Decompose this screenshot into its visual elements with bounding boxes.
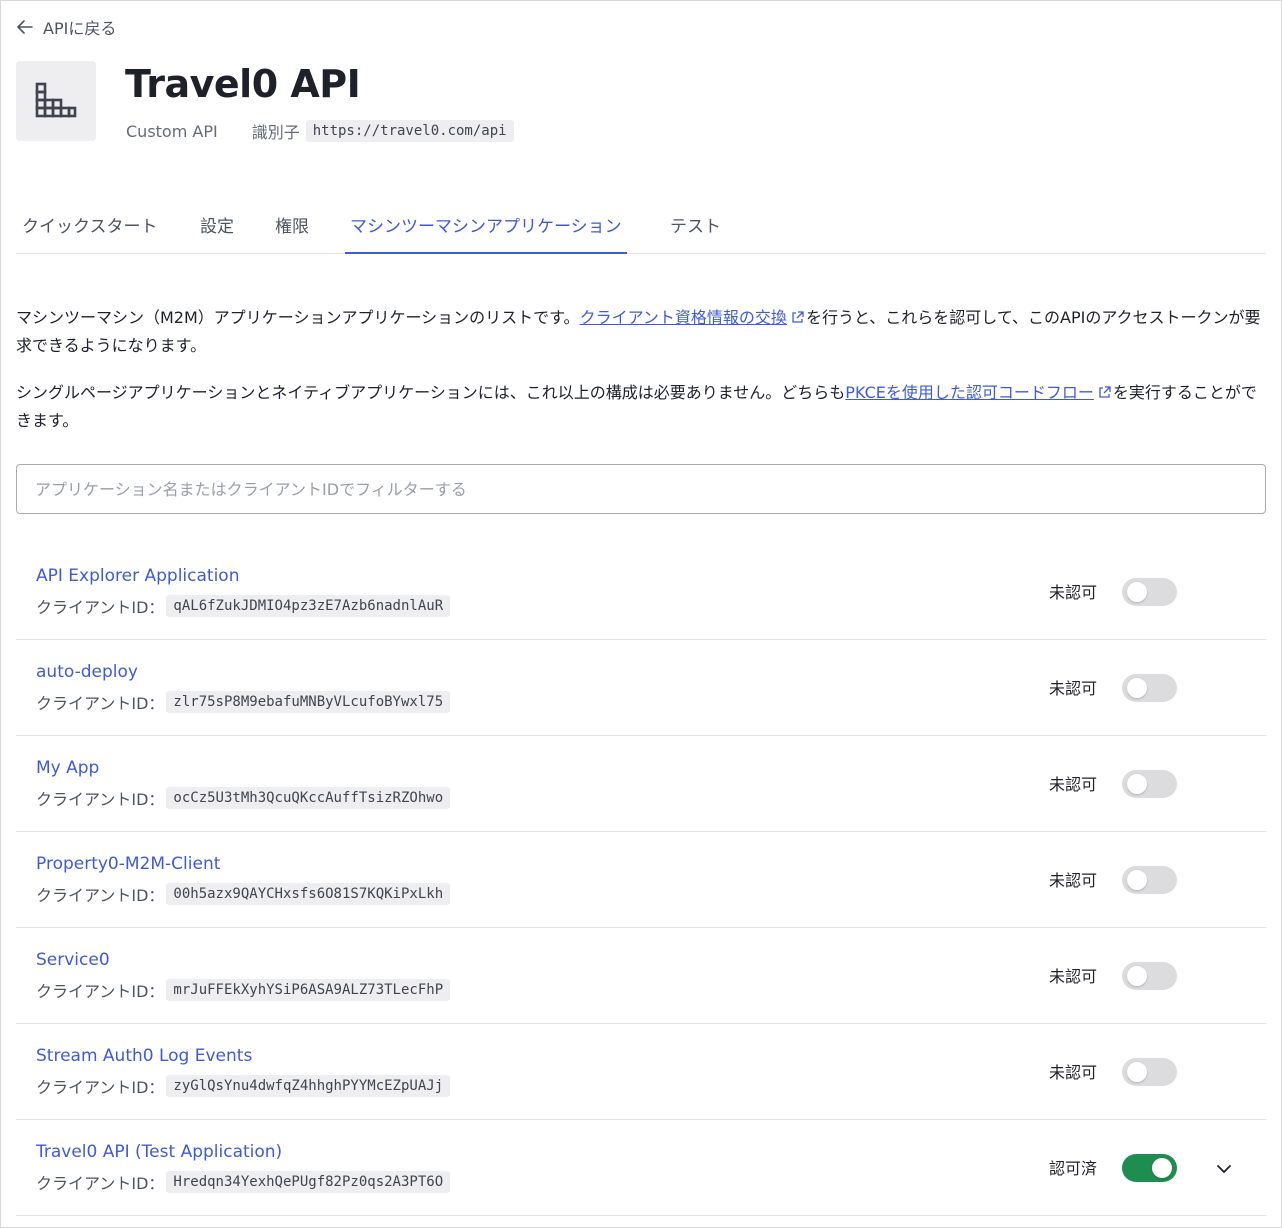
authorization-status: 未認可 xyxy=(1049,967,1098,986)
api-type: Custom API xyxy=(126,121,218,141)
application-name-link[interactable]: API Explorer Application xyxy=(36,566,239,586)
tab-permissions[interactable]: 権限 xyxy=(275,200,309,254)
arrow-left-icon xyxy=(17,20,33,34)
authorization-toggle[interactable] xyxy=(1122,962,1177,990)
list-item: My App クライアントID： ocCz5U3tMh3QcuQKccAuffTs… xyxy=(16,736,1266,832)
application-name-link[interactable]: auto-deploy xyxy=(36,662,138,682)
client-id-label: クライアントID： xyxy=(36,598,165,617)
authorization-status: 未認可 xyxy=(1049,1063,1098,1082)
client-id: クライアントID： mrJuFFEkXyhYSiP6ASA9ALZ73TLecFh… xyxy=(36,977,451,1003)
toggle-knob xyxy=(1127,1062,1147,1082)
buildings-icon xyxy=(35,82,77,118)
list-item: Travel0 API (Test Application) クライアントID：… xyxy=(16,1120,1266,1216)
authorization-status: 未認可 xyxy=(1049,583,1098,602)
application-name-link[interactable]: Service0 xyxy=(36,950,110,970)
client-id: クライアントID： Hredqn34YexhQePUgf82Pz0qs2A3PT6… xyxy=(36,1169,451,1195)
client-id-value: zyGlQsYnu4dwfqZ4hhghPYYMcEZpUAJj xyxy=(166,1075,451,1097)
tab-settings[interactable]: 設定 xyxy=(200,200,234,254)
authorization-toggle[interactable] xyxy=(1122,674,1177,702)
client-id-value: zlr75sP8M9ebafuMNByVLcufoBYwxl75 xyxy=(166,691,451,713)
client-id-value: Hredqn34YexhQePUgf82Pz0qs2A3PT6O xyxy=(166,1171,451,1193)
client-id: クライアントID： zlr75sP8M9ebafuMNByVLcufoBYwxl7… xyxy=(36,689,451,715)
external-link-icon xyxy=(1099,386,1111,398)
description-paragraph-1: マシンツーマシン（M2M）アプリケーションアプリケーションのリストです。クライア… xyxy=(16,304,1266,360)
description-text: マシンツーマシン（M2M）アプリケーションアプリケーションのリストです。 xyxy=(16,308,580,327)
authorization-status: 未認可 xyxy=(1049,775,1098,794)
authorization-status: 未認可 xyxy=(1049,871,1098,890)
list-item: Stream Auth0 Log Events クライアントID： zyGlQsY… xyxy=(16,1024,1266,1120)
authorization-status: 認可済 xyxy=(1049,1159,1098,1178)
toggle-knob xyxy=(1127,966,1147,986)
client-id: クライアントID： ocCz5U3tMh3QcuQKccAuffTsizRZOhw… xyxy=(36,785,451,811)
external-link-icon xyxy=(792,311,804,323)
client-credentials-link-label: クライアント資格情報の交換 xyxy=(579,308,787,327)
client-id-label: クライアントID： xyxy=(36,1174,165,1193)
toggle-knob xyxy=(1152,1158,1172,1178)
api-meta: Custom API 識別子 https://travel0.com/api xyxy=(126,118,514,144)
description-paragraph-2: シングルページアプリケーションとネイティブアプリケーションには、これ以上の構成は… xyxy=(16,379,1266,435)
tab-quickstart[interactable]: クイックスタート xyxy=(22,200,158,254)
application-name-link[interactable]: Travel0 API (Test Application) xyxy=(36,1142,282,1162)
client-id-label: クライアントID： xyxy=(36,1078,165,1097)
identifier-label: 識別子 xyxy=(251,123,300,142)
client-id-label: クライアントID： xyxy=(36,694,165,713)
client-id: クライアントID： 00h5azx9QAYCHxsfs6O81S7KQKiPxLk… xyxy=(36,881,451,907)
client-id: クライアントID： zyGlQsYnu4dwfqZ4hhghPYYMcEZpUAJ… xyxy=(36,1073,451,1099)
tab-m2m-applications[interactable]: マシンツーマシンアプリケーション xyxy=(345,200,627,254)
tab-test[interactable]: テスト xyxy=(670,200,721,254)
client-id-label: クライアントID： xyxy=(36,790,165,809)
application-name-link[interactable]: Stream Auth0 Log Events xyxy=(36,1046,252,1066)
back-label: APIに戻る xyxy=(43,19,117,38)
application-filter-input[interactable] xyxy=(16,464,1266,514)
authorization-toggle[interactable] xyxy=(1122,866,1177,894)
client-id-label: クライアントID： xyxy=(36,982,165,1001)
application-name-link[interactable]: My App xyxy=(36,758,99,778)
client-id-value: qAL6fZukJDMIO4pz3zE7Azb6nadnlAuR xyxy=(166,595,451,617)
client-id-value: mrJuFFEkXyhYSiP6ASA9ALZ73TLecFhP xyxy=(166,979,451,1001)
toggle-knob xyxy=(1127,582,1147,602)
identifier-value: https://travel0.com/api xyxy=(305,120,514,142)
toggle-knob xyxy=(1127,870,1147,890)
page-title: Travel0 API xyxy=(125,62,361,106)
pkce-flow-link-label: PKCEを使用した認可コードフロー xyxy=(845,383,1094,402)
api-avatar xyxy=(16,61,96,141)
description-text: シングルページアプリケーションとネイティブアプリケーションには、これ以上の構成は… xyxy=(16,383,846,402)
list-item: Service0 クライアントID： mrJuFFEkXyhYSiP6ASA9AL… xyxy=(16,928,1266,1024)
toggle-knob xyxy=(1127,774,1147,794)
toggle-knob xyxy=(1127,678,1147,698)
list-item: API Explorer Application クライアントID： qAL6fZ… xyxy=(16,544,1266,640)
client-id-value: 00h5azx9QAYCHxsfs6O81S7KQKiPxLkh xyxy=(166,883,451,905)
list-item: Property0-M2M-Client クライアントID： 00h5azx9QA… xyxy=(16,832,1266,928)
application-name-link[interactable]: Property0-M2M-Client xyxy=(36,854,220,874)
tab-bar: クイックスタート 設定 権限 マシンツーマシンアプリケーション テスト xyxy=(16,200,1266,254)
authorization-toggle[interactable] xyxy=(1122,770,1177,798)
authorization-toggle[interactable] xyxy=(1122,1154,1177,1182)
authorization-status: 未認可 xyxy=(1049,679,1098,698)
application-list: API Explorer Application クライアントID： qAL6fZ… xyxy=(16,544,1266,1216)
client-credentials-link[interactable]: クライアント資格情報の交換 xyxy=(580,308,806,327)
pkce-flow-link[interactable]: PKCEを使用した認可コードフロー xyxy=(845,383,1113,402)
back-to-apis-link[interactable]: APIに戻る xyxy=(17,15,116,39)
chevron-down-icon[interactable] xyxy=(1214,1162,1234,1176)
client-id: クライアントID： qAL6fZukJDMIO4pz3zE7Azb6nadnlAu… xyxy=(36,593,451,619)
authorization-toggle[interactable] xyxy=(1122,578,1177,606)
client-id-value: ocCz5U3tMh3QcuQKccAuffTsizRZOhwo xyxy=(166,787,451,809)
authorization-toggle[interactable] xyxy=(1122,1058,1177,1086)
client-id-label: クライアントID： xyxy=(36,886,165,905)
list-item: auto-deploy クライアントID： zlr75sP8M9ebafuMNBy… xyxy=(16,640,1266,736)
